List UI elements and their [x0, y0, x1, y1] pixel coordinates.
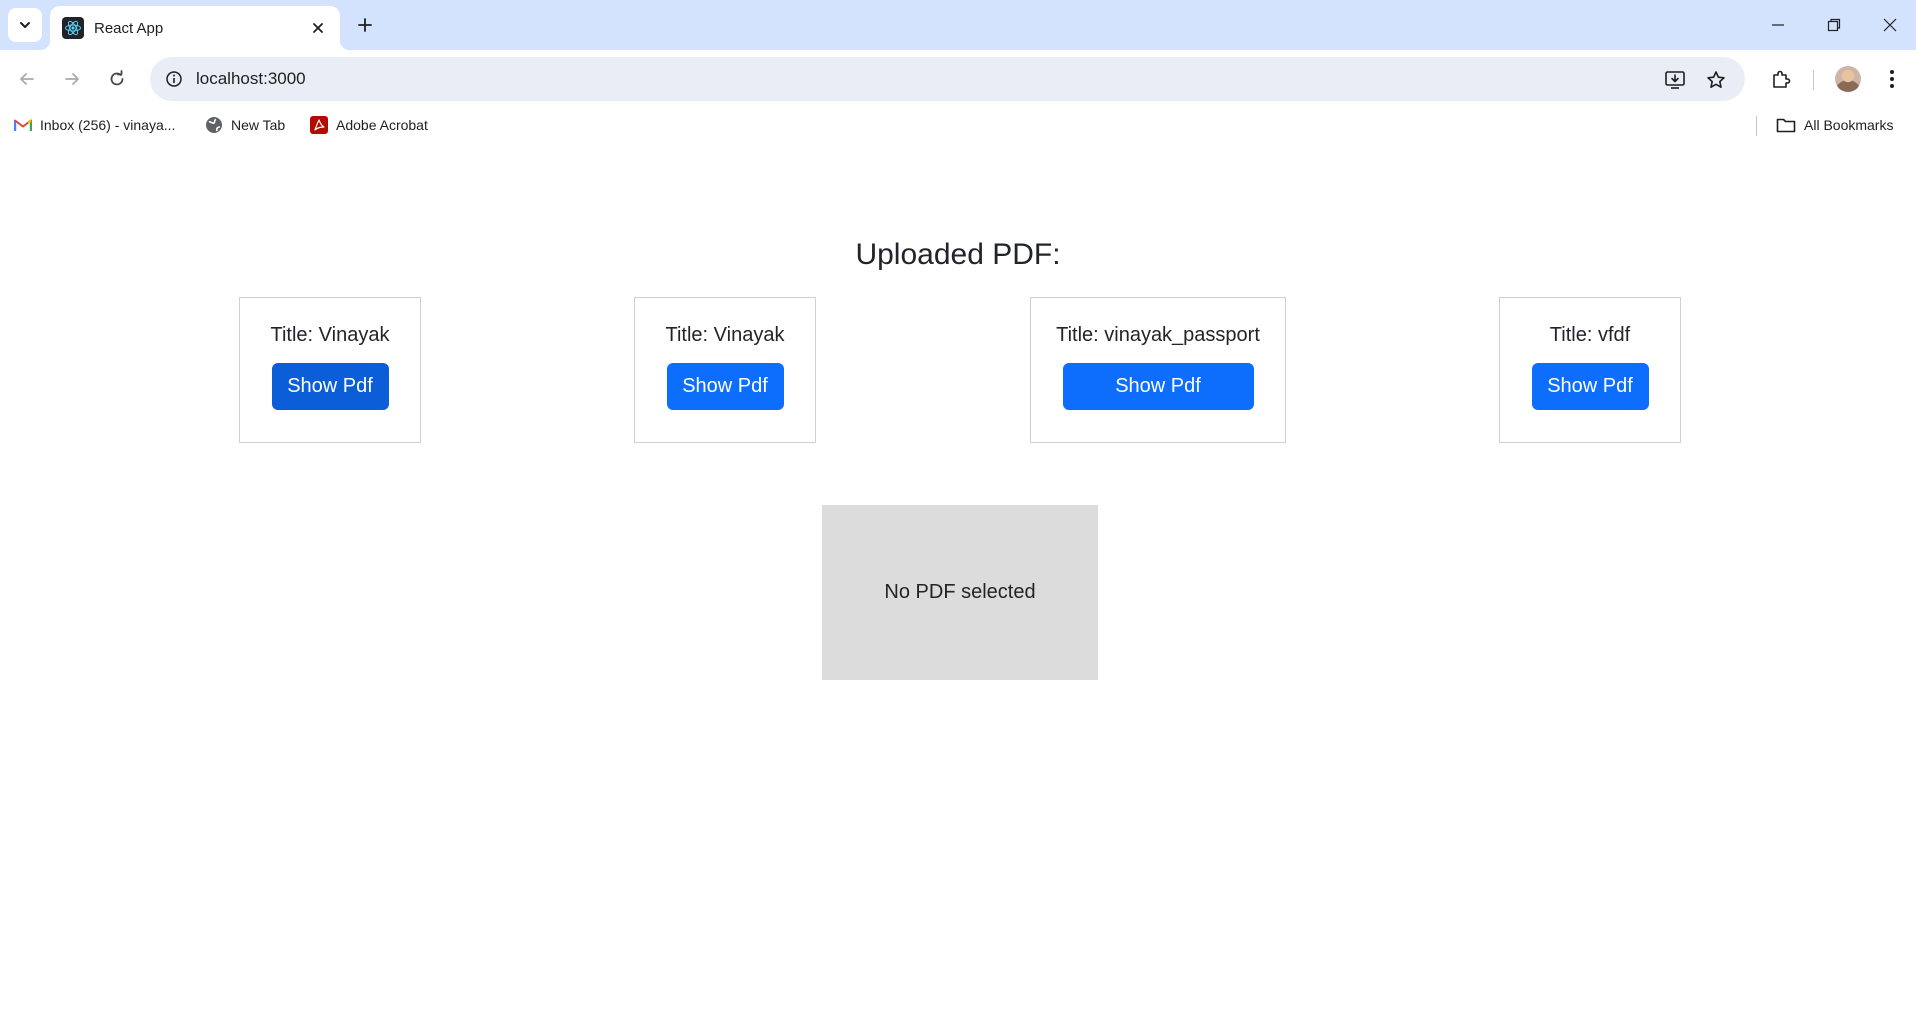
restore-button[interactable] — [1814, 8, 1854, 42]
site-info-icon[interactable] — [162, 67, 186, 91]
chevron-down-icon — [20, 22, 30, 28]
profile-button[interactable] — [1831, 62, 1865, 96]
plus-icon — [358, 18, 372, 32]
new-tab-button[interactable] — [350, 10, 380, 40]
bookmark-adobe-acrobat[interactable]: Adobe Acrobat — [310, 114, 428, 136]
close-icon — [1883, 18, 1897, 32]
show-pdf-button[interactable]: Show Pdf — [271, 363, 389, 410]
pdf-card: Title: Vinayak Show Pdf — [634, 297, 816, 443]
pdf-viewer-message: No PDF selected — [884, 581, 1036, 603]
arrow-right-icon — [65, 73, 79, 85]
reload-button[interactable] — [100, 62, 134, 96]
bookmark-label: New Tab — [231, 117, 286, 133]
pdf-card-title: Title: vinayak_passport — [1056, 324, 1260, 346]
react-icon — [62, 17, 84, 39]
minimize-icon — [1772, 24, 1784, 26]
window-close-button[interactable] — [1870, 8, 1910, 42]
bookmarks-bar: Inbox (256) - vinaya... New Tab Adobe Ac… — [0, 108, 1916, 142]
pdf-card: Title: Vinayak Show Pdf — [239, 297, 421, 443]
folder-icon — [1776, 117, 1796, 133]
tab-close-button[interactable] — [308, 18, 328, 38]
install-app-icon[interactable] — [1662, 67, 1688, 93]
pdf-card-title: Title: vfdf — [1549, 324, 1631, 346]
show-pdf-button[interactable]: Show Pdf — [1531, 363, 1649, 410]
bookmark-star-icon[interactable] — [1703, 67, 1729, 93]
back-button[interactable] — [10, 62, 44, 96]
minimize-button[interactable] — [1758, 8, 1798, 42]
bookmark-label: Inbox (256) - vinaya... — [40, 117, 176, 133]
reload-icon — [110, 70, 124, 86]
show-pdf-button[interactable]: Show Pdf — [666, 363, 784, 410]
page-content: Uploaded PDF: Title: Vinayak Show Pdf Ti… — [0, 142, 1916, 1014]
show-pdf-button[interactable]: Show Pdf — [1062, 363, 1254, 410]
pdf-card-title: Title: Vinayak — [665, 324, 785, 346]
close-icon — [313, 23, 323, 33]
bookmark-label: Adobe Acrobat — [336, 117, 428, 133]
bookmark-new-tab[interactable]: New Tab — [205, 114, 285, 136]
extensions-button[interactable] — [1764, 62, 1798, 96]
pdf-viewer: No PDF selected — [822, 505, 1098, 680]
puzzle-icon — [1773, 70, 1791, 88]
url-text[interactable]: localhost:3000 — [196, 69, 306, 89]
tab-title: React App — [94, 19, 164, 37]
more-vert-icon — [1890, 70, 1894, 88]
arrow-left-icon — [20, 73, 34, 85]
avatar — [1835, 66, 1861, 92]
tab-react-app[interactable]: React App — [40, 6, 350, 50]
all-bookmarks-button[interactable]: All Bookmarks — [1776, 114, 1893, 136]
restore-icon — [1827, 18, 1841, 32]
pdf-card: Title: vfdf Show Pdf — [1499, 297, 1681, 443]
globe-icon — [205, 116, 223, 134]
page-title: Uploaded PDF: — [855, 238, 1061, 271]
bookmarks-divider — [1756, 116, 1757, 136]
browser-toolbar: localhost:3000 — [0, 50, 1916, 108]
forward-button[interactable] — [55, 62, 89, 96]
pdf-card: Title: vinayak_passport Show Pdf — [1030, 297, 1286, 443]
address-bar[interactable]: localhost:3000 — [150, 57, 1745, 101]
gmail-icon — [14, 118, 32, 132]
tab-search-button[interactable] — [8, 8, 42, 42]
pdf-card-title: Title: Vinayak — [270, 324, 390, 346]
tab-strip: React App — [0, 0, 1916, 50]
all-bookmarks-label: All Bookmarks — [1804, 117, 1894, 133]
bookmark-inbox[interactable]: Inbox (256) - vinaya... — [14, 114, 175, 136]
menu-button[interactable] — [1875, 62, 1909, 96]
toolbar-divider — [1813, 70, 1814, 90]
acrobat-icon — [310, 116, 328, 134]
